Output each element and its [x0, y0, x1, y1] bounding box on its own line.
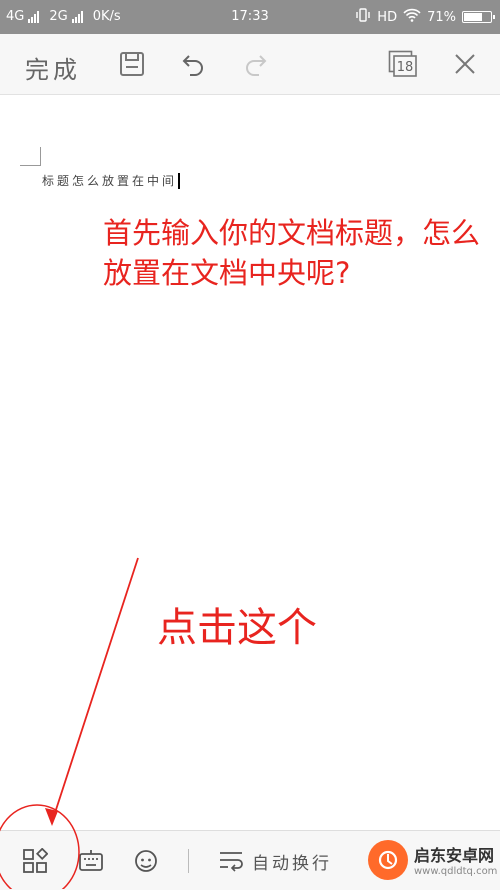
undo-icon: [182, 55, 203, 76]
done-button[interactable]: 完成: [25, 50, 81, 85]
text-wrap-icon: [220, 852, 243, 872]
voice-assistant-icon: [135, 850, 157, 872]
toolbar-divider: [188, 849, 189, 873]
auto-wrap-label: 自动换行: [252, 853, 332, 874]
text-cursor: [178, 172, 181, 189]
status-right: HD 71%: [355, 8, 495, 26]
document-line[interactable]: 标题怎么放置在中间: [42, 172, 181, 189]
watermark: 启东安卓网 www.qdldtq.com: [364, 836, 498, 886]
editor-toolbar: 完成 18: [0, 34, 500, 95]
hd-label: HD: [377, 9, 398, 25]
tools-button[interactable]: [21, 847, 49, 875]
save-button[interactable]: [116, 48, 148, 80]
wifi-icon: [403, 8, 421, 26]
page-margin-marker: [20, 147, 41, 166]
status-bar: 4G 2G 0K/s 17:33 HD 71%: [0, 0, 500, 34]
tools-grid-icon: [23, 848, 48, 873]
voice-assistant-button[interactable]: [132, 847, 160, 875]
close-button[interactable]: [449, 48, 481, 80]
page-count: 18: [397, 60, 414, 75]
annotation-click-note: 点击这个: [157, 605, 317, 651]
document-text: 标题怎么放置在中间: [42, 174, 178, 188]
keyboard-button[interactable]: [77, 847, 105, 875]
battery-icon: [462, 11, 495, 23]
watermark-logo-icon: [368, 840, 408, 880]
undo-button[interactable]: [177, 48, 209, 80]
redo-icon: [246, 55, 267, 76]
auto-wrap-toggle[interactable]: 自动换行: [218, 847, 332, 875]
save-icon: [120, 52, 144, 76]
keyboard-icon: [79, 850, 103, 871]
watermark-title: 启东安卓网: [414, 846, 495, 865]
vibrate-icon: [355, 8, 371, 26]
battery-percent: 71%: [427, 9, 456, 25]
redo-button[interactable]: [240, 48, 272, 80]
document-canvas[interactable]: 标题怎么放置在中间 首先输入你的文档标题，怎么放置在文档中央呢? 点击这个: [0, 95, 500, 830]
pages-button[interactable]: 18: [387, 48, 419, 80]
annotation-top-note: 首先输入你的文档标题，怎么放置在文档中央呢?: [103, 216, 481, 290]
pages-icon: 18: [388, 50, 417, 77]
watermark-url: www.qdldtq.com: [414, 866, 498, 877]
close-icon: [455, 54, 475, 74]
